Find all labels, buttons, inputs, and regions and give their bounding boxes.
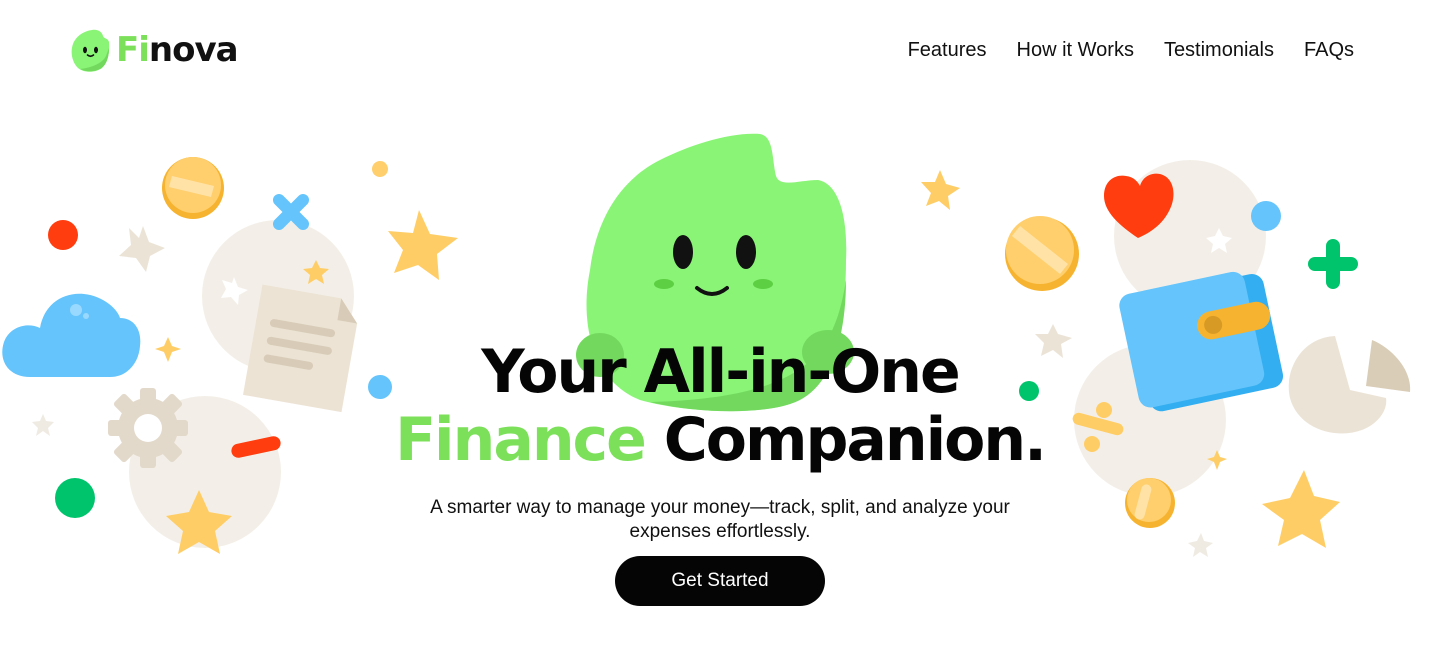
nav-links: Features How it Works Testimonials FAQs	[908, 38, 1354, 62]
hero-title-line-2: Finance Companion.	[0, 406, 1440, 474]
big-yellow-star-left-icon	[388, 210, 458, 280]
yellow-star-top-right-icon	[921, 170, 960, 210]
brand-name: Finova	[116, 30, 239, 70]
green-plus-icon	[1308, 239, 1358, 289]
small-yellow-star-icon	[303, 260, 329, 284]
heart-icon	[1104, 173, 1174, 238]
yellow-star-bottom-left-icon	[166, 490, 232, 554]
brand-name-rest: nova	[148, 30, 239, 70]
nav-link-faqs[interactable]: FAQs	[1304, 38, 1354, 62]
hero-subtitle: A smarter way to manage your money—track…	[430, 497, 1010, 542]
get-started-button[interactable]: Get Started	[615, 556, 825, 606]
bg-circle-right-top	[1114, 160, 1266, 312]
blue-dot-right	[1251, 201, 1281, 231]
white-star-icon	[221, 277, 248, 305]
coin-right-icon	[1005, 216, 1079, 291]
hero-title-highlight: Finance	[395, 405, 647, 475]
beige-star-icon	[119, 226, 165, 272]
hero-title-line-1: Your All-in-One	[481, 337, 960, 407]
tiny-beige-star-right-icon	[1188, 533, 1213, 557]
nav-link-features[interactable]: Features	[908, 38, 987, 62]
green-dot-left	[55, 478, 95, 518]
nav-link-how-it-works[interactable]: How it Works	[1017, 38, 1134, 62]
blue-x-icon	[273, 194, 309, 230]
yellow-star-bottom-right-icon	[1262, 470, 1340, 548]
coin-icon	[162, 157, 224, 219]
hero-title: Your All-in-One Finance Companion.	[0, 338, 1440, 474]
white-star-right-icon	[1206, 228, 1232, 253]
brand-logo[interactable]: Finova	[70, 26, 239, 74]
nav-link-testimonials[interactable]: Testimonials	[1164, 38, 1274, 62]
hero-title-rest: Companion.	[663, 405, 1047, 475]
coin-bottom-right-icon	[1125, 478, 1175, 528]
brand-name-accent: Fi	[116, 30, 150, 70]
navbar: Finova Features How it Works Testimonial…	[0, 0, 1440, 100]
small-yellow-dot	[372, 161, 388, 177]
red-dot	[48, 220, 78, 250]
leaf-mascot-icon	[71, 29, 110, 72]
